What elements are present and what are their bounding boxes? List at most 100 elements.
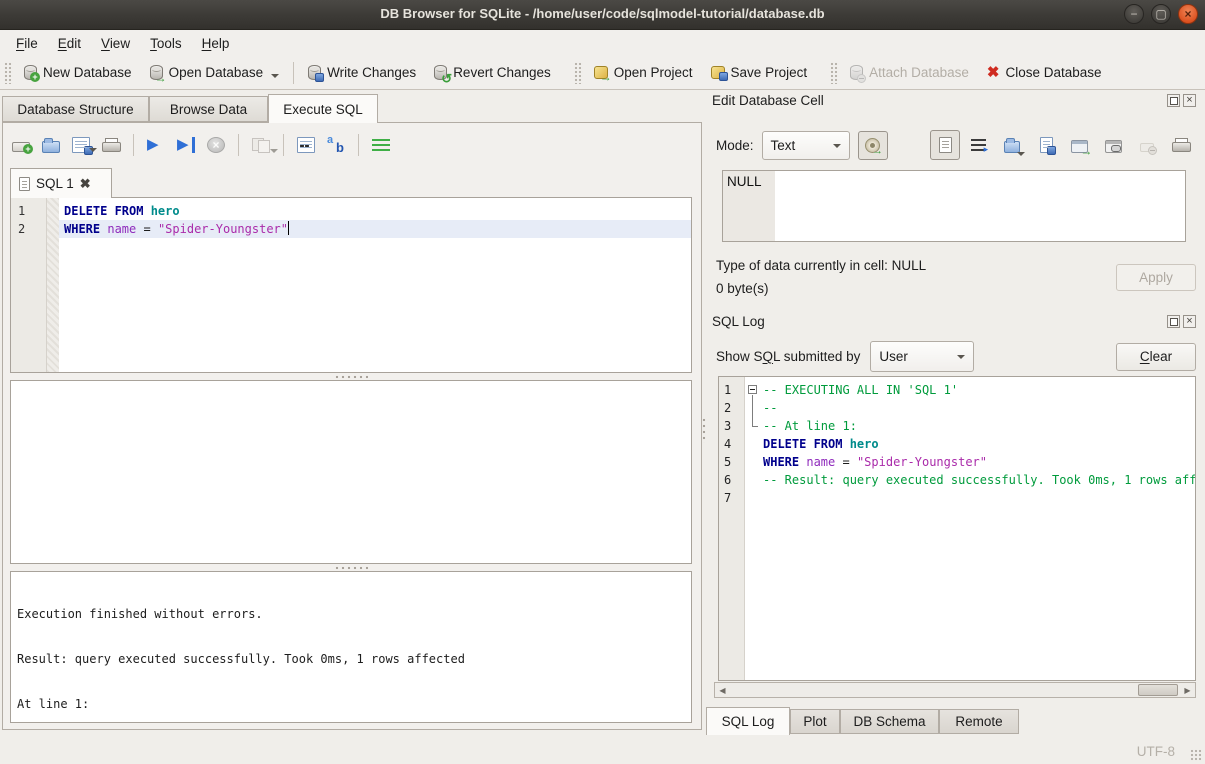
execute-all-icon[interactable]: ▶	[147, 137, 165, 153]
close-dock-icon[interactable]	[1183, 94, 1196, 107]
menu-file[interactable]: File	[6, 33, 48, 54]
print-icon[interactable]	[102, 138, 120, 153]
text-cursor	[288, 221, 289, 235]
project-open-icon: →	[594, 66, 608, 79]
open-project-button[interactable]: → Open Project	[585, 61, 702, 84]
close-dock-icon[interactable]	[1183, 315, 1196, 328]
open-sql-tab-icon[interactable]: +	[12, 142, 30, 152]
save-project-button[interactable]: Save Project	[702, 61, 817, 84]
fold-marker-icon[interactable]	[748, 385, 757, 394]
stop-icon	[207, 137, 225, 153]
tab-plot[interactable]: Plot	[790, 709, 840, 734]
message-line: Result: query executed successfully. Too…	[17, 652, 685, 667]
close-database-button[interactable]: ✖ Close Database	[978, 61, 1111, 84]
cell-editor[interactable]: NULL	[722, 170, 1186, 242]
cell-size-info: 0 byte(s)	[716, 281, 769, 296]
new-database-button[interactable]: + New Database	[15, 61, 141, 84]
sql-log-dock-header: SQL Log	[712, 314, 1196, 329]
log-horizontal-scrollbar[interactable]: ◀ ▶	[714, 682, 1196, 698]
log-line-3: -- At line 1:	[761, 417, 1195, 435]
mode-select[interactable]: Text	[762, 131, 850, 160]
log-line-5: WHERE name = "Spider-Youngster"	[761, 453, 1195, 471]
sql-log-filter-select[interactable]: User	[870, 341, 974, 372]
replace-icon[interactable]	[327, 137, 345, 153]
minimize-icon[interactable]: −	[1124, 4, 1144, 24]
open-sql-file-icon[interactable]	[42, 141, 60, 153]
log-line-numbers: 1 2 3 4 5 6 7	[719, 377, 745, 680]
database-open-icon: →	[150, 65, 163, 80]
message-line: Execution finished without errors.	[17, 607, 685, 622]
gear-icon	[865, 138, 880, 153]
sql-editor-toolbar: + ▶ ▶	[12, 131, 390, 159]
clear-log-button[interactable]: Clear	[1116, 343, 1196, 371]
cell-type-info: Type of data currently in cell: NULL	[716, 258, 1106, 273]
cell-mode-row: Mode: Text	[716, 131, 888, 160]
open-external-icon[interactable]: →	[1065, 130, 1095, 160]
open-database-dropdown-icon[interactable]	[271, 74, 279, 78]
menu-edit[interactable]: Edit	[48, 33, 91, 54]
scrollbar-thumb[interactable]	[1138, 684, 1178, 696]
editor-results-splitter[interactable]	[10, 373, 692, 380]
write-changes-button[interactable]: Write Changes	[299, 61, 425, 84]
text-mode-icon[interactable]	[930, 130, 960, 160]
chevron-down-icon	[833, 144, 841, 148]
save-sql-file-icon[interactable]	[72, 137, 90, 153]
export-data-icon[interactable]	[1031, 130, 1061, 160]
apply-button: Apply	[1116, 264, 1196, 291]
chevron-down-icon	[957, 355, 965, 359]
mode-label: Mode:	[716, 138, 754, 153]
find-icon[interactable]	[297, 137, 315, 153]
database-attach-icon	[850, 65, 863, 80]
float-dock-icon[interactable]	[1167, 94, 1180, 107]
results-pane[interactable]	[10, 380, 692, 564]
print-cell-icon[interactable]	[1166, 130, 1196, 160]
sql-editor-tab[interactable]: SQL 1 ✖	[10, 168, 112, 198]
panel-splitter[interactable]	[701, 410, 707, 450]
close-sql-tab-icon[interactable]: ✖	[80, 176, 91, 192]
execute-line-icon[interactable]: ▶	[177, 137, 195, 153]
log-line-4: DELETE FROM hero	[761, 435, 1195, 453]
edit-cell-dock-header: Edit Database Cell	[712, 93, 1196, 108]
toolbar-handle[interactable]	[574, 62, 583, 84]
close-icon[interactable]: ×	[1178, 4, 1198, 24]
toolbar-handle[interactable]	[830, 62, 839, 84]
cell-editor-toolbar: →	[930, 125, 1196, 165]
menu-tools[interactable]: Tools	[140, 33, 192, 54]
tab-database-structure[interactable]: Database Structure	[2, 96, 149, 122]
window-title: DB Browser for SQLite - /home/user/code/…	[0, 6, 1205, 21]
word-wrap-icon[interactable]	[964, 130, 994, 160]
format-icon[interactable]	[372, 139, 390, 152]
edit-cell-title: Edit Database Cell	[712, 93, 824, 108]
apply-cell-mode-button[interactable]	[858, 131, 888, 160]
log-line-2: --	[761, 399, 1195, 417]
scroll-right-icon[interactable]: ▶	[1180, 686, 1195, 695]
results-message-splitter[interactable]	[10, 564, 692, 571]
encoding-indicator[interactable]: UTF-8	[1137, 744, 1175, 759]
float-dock-icon[interactable]	[1167, 315, 1180, 328]
toolbar-handle[interactable]	[4, 62, 13, 84]
link-icon[interactable]	[1099, 130, 1129, 160]
sql-log-view[interactable]: 1 2 3 4 5 6 7 -- EXECUTING ALL IN 'SQL 1…	[718, 376, 1196, 681]
tab-browse-data[interactable]: Browse Data	[149, 96, 268, 122]
tab-execute-sql[interactable]: Execute SQL	[268, 94, 378, 123]
menu-help[interactable]: Help	[192, 33, 240, 54]
status-bar: UTF-8	[0, 735, 1205, 764]
tab-remote[interactable]: Remote	[939, 709, 1019, 734]
tab-sql-log[interactable]: SQL Log	[706, 707, 790, 735]
import-data-icon[interactable]	[997, 130, 1027, 160]
sql-tab-label: SQL 1	[36, 176, 74, 191]
open-database-button[interactable]: → Open Database	[141, 61, 289, 84]
execution-message-pane[interactable]: Execution finished without errors. Resul…	[10, 571, 692, 723]
resize-grip[interactable]	[1190, 749, 1202, 761]
editor-line-numbers: 1 2	[11, 198, 47, 372]
set-null-icon	[1132, 130, 1162, 160]
revert-changes-button[interactable]: ↺ Revert Changes	[425, 61, 560, 84]
maximize-icon[interactable]: ▢	[1151, 4, 1171, 24]
sql-log-filter-row: Show SQL submitted by User Clear	[716, 341, 1196, 372]
editor-fold-margin	[47, 198, 59, 372]
sql-editor[interactable]: 1 2 DELETE FROM hero WHERE name = "Spide…	[10, 197, 692, 373]
tab-db-schema[interactable]: DB Schema	[840, 709, 939, 734]
editor-code-area[interactable]: DELETE FROM hero WHERE name = "Spider-Yo…	[59, 198, 691, 372]
menu-view[interactable]: View	[91, 33, 140, 54]
scroll-left-icon[interactable]: ◀	[715, 686, 730, 695]
